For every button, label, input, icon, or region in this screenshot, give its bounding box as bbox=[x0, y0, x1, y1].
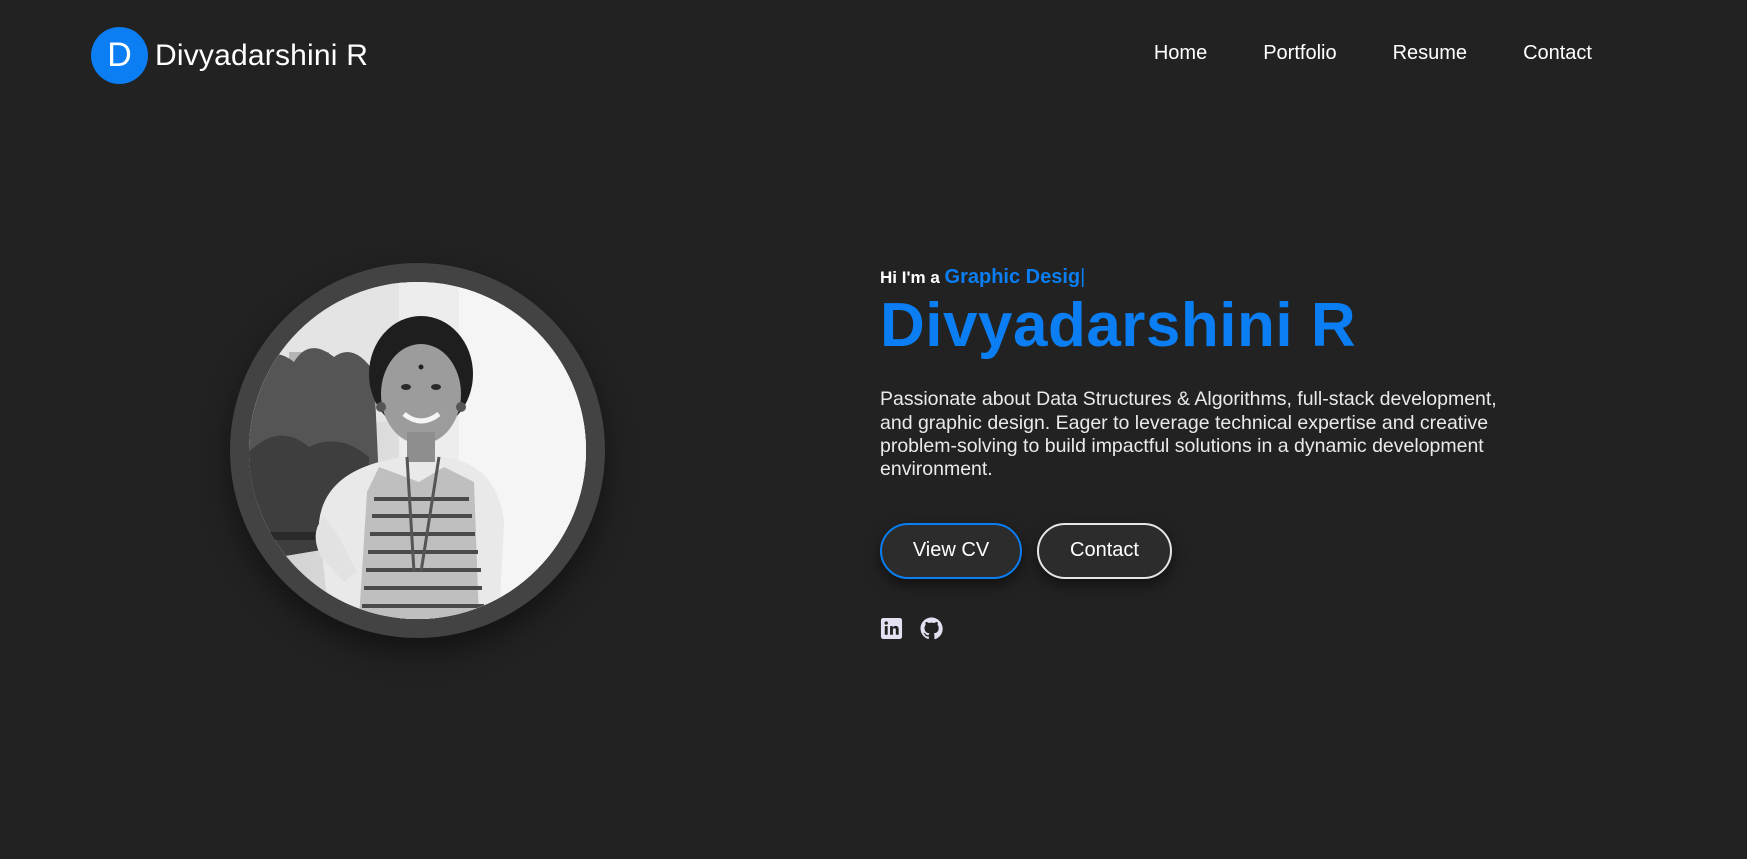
page: D Divyadarshini R Home Portfolio Resume … bbox=[0, 0, 1747, 859]
profile-photo-ring bbox=[230, 263, 605, 638]
typed-role: Graphic Desig bbox=[944, 266, 1081, 288]
github-icon[interactable] bbox=[920, 617, 943, 640]
hero-intro: Hi I'm a Graphic Desig| Divyadarshini R … bbox=[880, 266, 1520, 640]
linkedin-icon[interactable] bbox=[880, 617, 903, 640]
nav-home[interactable]: Home bbox=[1154, 42, 1207, 65]
greeting-line: Hi I'm a Graphic Desig| bbox=[880, 266, 1520, 290]
hero-name: Divyadarshini R bbox=[880, 291, 1357, 360]
profile-photo bbox=[249, 282, 586, 619]
typing-cursor: | bbox=[1080, 266, 1086, 288]
nav-contact[interactable]: Contact bbox=[1523, 42, 1592, 65]
logo-badge: D bbox=[91, 27, 148, 84]
contact-button[interactable]: Contact bbox=[1037, 522, 1172, 579]
site-header: D Divyadarshini R Home Portfolio Resume … bbox=[0, 0, 1747, 110]
nav-portfolio[interactable]: Portfolio bbox=[1263, 42, 1336, 65]
hero-description: Passionate about Data Structures & Algor… bbox=[880, 388, 1497, 481]
main-nav: Home Portfolio Resume Contact bbox=[1154, 42, 1592, 65]
view-cv-button[interactable]: View CV bbox=[880, 522, 1022, 579]
logo-link[interactable]: D Divyadarshini R bbox=[91, 27, 368, 84]
logo-text: Divyadarshini R bbox=[155, 38, 369, 72]
social-links bbox=[880, 617, 1520, 640]
hero-buttons: View CV Contact bbox=[880, 522, 1520, 579]
nav-resume[interactable]: Resume bbox=[1393, 42, 1467, 65]
greeting-text: Hi I'm a bbox=[880, 268, 940, 287]
